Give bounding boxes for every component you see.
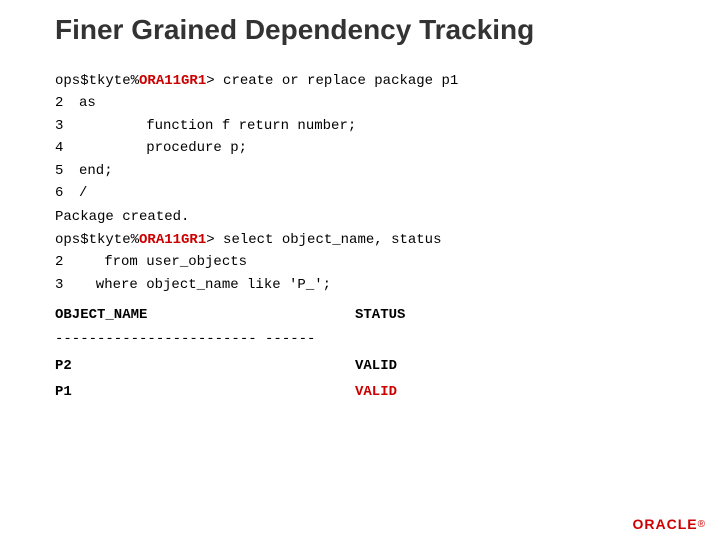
- ora-highlight-2: ORA11GR1: [139, 229, 206, 251]
- prompt-line-2: ops$tkyte%ORA11GR1> select object_name, …: [55, 229, 700, 251]
- code-line-3: 3 function f return number;: [55, 115, 700, 137]
- column-headers: OBJECT_NAME STATUS: [55, 304, 700, 326]
- code-content-3: function f return number;: [79, 115, 356, 137]
- page-title: Finer Grained Dependency Tracking: [55, 14, 534, 46]
- table-row-p1: P1 VALID: [55, 381, 700, 403]
- code-line-4: 4 procedure p;: [55, 137, 700, 159]
- content-area: ops$tkyte%ORA11GR1> create or replace pa…: [55, 70, 700, 500]
- code-line-2: 2 as: [55, 92, 700, 114]
- row-p1-status: VALID: [355, 381, 505, 403]
- col-header-name: OBJECT_NAME: [55, 304, 355, 326]
- prompt-prefix-2: ops$tkyte%: [55, 229, 139, 251]
- line-num-6: 6: [55, 182, 75, 204]
- table-row-p2: P2 VALID: [55, 355, 700, 377]
- ora-highlight-1: ORA11GR1: [139, 70, 206, 92]
- package-created-msg: Package created.: [55, 206, 700, 228]
- row-p2-name: P2: [55, 355, 355, 377]
- prompt-prefix-1: ops$tkyte%: [55, 70, 139, 92]
- line-num-b2: 2: [55, 251, 75, 273]
- code-line-b3: 3 where object_name like 'P_';: [55, 274, 700, 296]
- code-content-2: as: [79, 92, 96, 114]
- oracle-registered-symbol: ®: [698, 519, 705, 530]
- row-p2-status: VALID: [355, 355, 505, 377]
- code-line-b2: 2 from user_objects: [55, 251, 700, 273]
- title-area: Finer Grained Dependency Tracking: [0, 0, 720, 60]
- prompt-line-1: ops$tkyte%ORA11GR1> create or replace pa…: [55, 70, 700, 92]
- prompt-suffix-2: > select object_name, status: [206, 229, 441, 251]
- col-header-status: STATUS: [355, 304, 505, 326]
- line-num-5: 5: [55, 160, 75, 182]
- row-p1-name: P1: [55, 381, 355, 403]
- code-content-5: end;: [79, 160, 113, 182]
- code-line-6: 6 /: [55, 182, 700, 204]
- line-num-3: 3: [55, 115, 75, 137]
- oracle-logo: ORACLE®: [633, 516, 706, 532]
- line-num-4: 4: [55, 137, 75, 159]
- code-content-6: /: [79, 182, 87, 204]
- code-line-5: 5 end;: [55, 160, 700, 182]
- prompt-suffix-1: > create or replace package p1: [206, 70, 458, 92]
- divider-line: ------------------------ ------: [55, 328, 700, 350]
- code-content-4: procedure p;: [79, 137, 247, 159]
- line-num-b3: 3: [55, 274, 75, 296]
- oracle-text: ORACLE: [633, 516, 698, 532]
- code-content-b3: where object_name like 'P_';: [79, 274, 331, 296]
- code-content-b2: from user_objects: [79, 251, 247, 273]
- line-num-2: 2: [55, 92, 75, 114]
